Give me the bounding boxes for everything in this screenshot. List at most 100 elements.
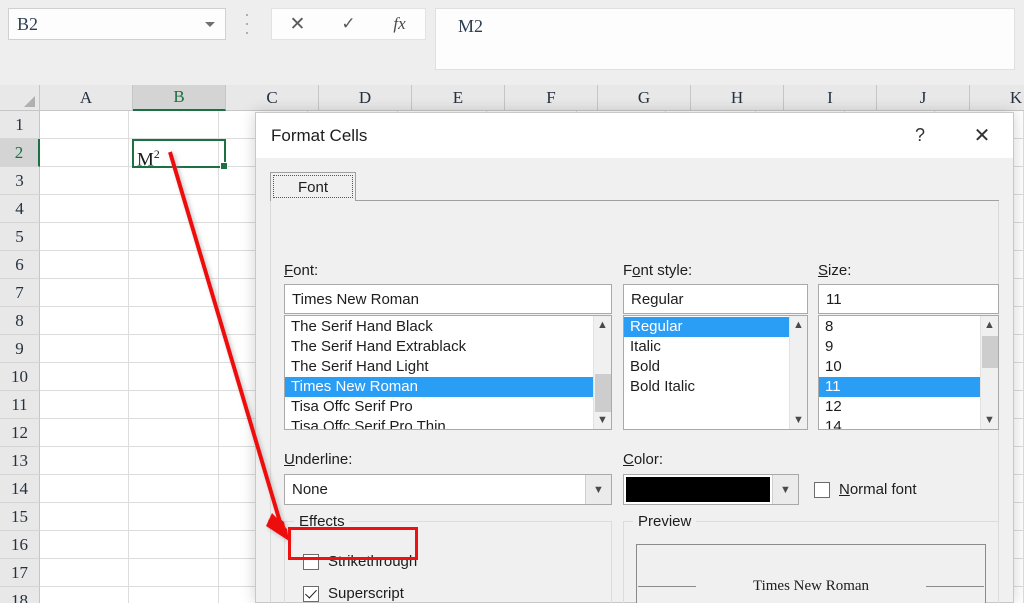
- size-option-5[interactable]: 14: [819, 417, 980, 430]
- active-cell-b2[interactable]: M2: [132, 139, 226, 168]
- chevron-up-icon[interactable]: ▲: [981, 316, 999, 334]
- grid-cell-B7[interactable]: [129, 279, 218, 307]
- font-style-scrollbar[interactable]: ▲ ▼: [789, 316, 807, 429]
- grid-cell-B4[interactable]: [129, 195, 218, 223]
- size-option-0[interactable]: 8: [819, 317, 980, 337]
- column-header-a[interactable]: A: [40, 85, 133, 111]
- chevron-up-icon[interactable]: ▲: [594, 316, 612, 334]
- chevron-up-icon[interactable]: ▲: [790, 316, 808, 334]
- grid-cell-B12[interactable]: [129, 419, 218, 447]
- grid-cell-B9[interactable]: [129, 335, 218, 363]
- font-option-3[interactable]: Times New Roman: [285, 377, 593, 397]
- column-header-g[interactable]: G: [598, 85, 691, 111]
- grid-cell-A9[interactable]: [40, 335, 129, 363]
- font-style-option-0[interactable]: Regular: [624, 317, 789, 337]
- grid-cell-A3[interactable]: [40, 167, 129, 195]
- row-header-4[interactable]: 4: [0, 195, 40, 223]
- grid-cell-B14[interactable]: [129, 475, 218, 503]
- grid-cell-B13[interactable]: [129, 447, 218, 475]
- grid-cell-A5[interactable]: [40, 223, 129, 251]
- row-header-9[interactable]: 9: [0, 335, 40, 363]
- color-dropdown[interactable]: ▼: [623, 474, 799, 505]
- font-option-5[interactable]: Tisa Offc Serif Pro Thin: [285, 417, 593, 430]
- grid-cell-B10[interactable]: [129, 363, 218, 391]
- grid-cell-B8[interactable]: [129, 307, 218, 335]
- tab-font[interactable]: Font: [270, 172, 356, 201]
- grid-cell-A15[interactable]: [40, 503, 129, 531]
- grid-cell-A11[interactable]: [40, 391, 129, 419]
- row-header-6[interactable]: 6: [0, 251, 40, 279]
- grid-cell-B1[interactable]: [129, 111, 218, 139]
- size-option-2[interactable]: 10: [819, 357, 980, 377]
- column-header-c[interactable]: C: [226, 85, 319, 111]
- grid-cell-A2[interactable]: [40, 139, 129, 167]
- grid-cell-B17[interactable]: [129, 559, 218, 587]
- row-header-3[interactable]: 3: [0, 167, 40, 195]
- fill-handle[interactable]: [220, 162, 228, 170]
- enter-check-icon[interactable]: ✓: [323, 9, 374, 39]
- column-header-b[interactable]: B: [133, 85, 226, 111]
- select-all-button[interactable]: [0, 85, 40, 111]
- row-header-11[interactable]: 11: [0, 391, 40, 419]
- size-list-scrollbar[interactable]: ▲ ▼: [980, 316, 998, 429]
- grid-cell-A16[interactable]: [40, 531, 129, 559]
- size-option-1[interactable]: 9: [819, 337, 980, 357]
- font-option-0[interactable]: The Serif Hand Black: [285, 317, 593, 337]
- row-header-7[interactable]: 7: [0, 279, 40, 307]
- font-input[interactable]: Times New Roman: [284, 284, 612, 314]
- column-header-e[interactable]: E: [412, 85, 505, 111]
- size-option-4[interactable]: 12: [819, 397, 980, 417]
- grid-cell-A12[interactable]: [40, 419, 129, 447]
- grid-cell-A8[interactable]: [40, 307, 129, 335]
- row-header-18[interactable]: 18: [0, 587, 40, 603]
- grid-cell-A18[interactable]: [40, 587, 129, 603]
- grid-cell-B18[interactable]: [129, 587, 218, 603]
- grid-cell-A7[interactable]: [40, 279, 129, 307]
- grid-cell-B16[interactable]: [129, 531, 218, 559]
- font-style-listbox[interactable]: RegularItalicBoldBold Italic ▲ ▼: [623, 315, 808, 430]
- row-header-10[interactable]: 10: [0, 363, 40, 391]
- normal-font-checkbox[interactable]: Normal font: [814, 481, 917, 498]
- font-style-option-3[interactable]: Bold Italic: [624, 377, 789, 397]
- row-header-16[interactable]: 16: [0, 531, 40, 559]
- chevron-down-icon[interactable]: ▼: [585, 475, 611, 504]
- size-option-3[interactable]: 11: [819, 377, 980, 397]
- scrollbar-thumb[interactable]: [595, 374, 611, 412]
- close-x-icon[interactable]: ✕: [959, 113, 1005, 158]
- row-header-1[interactable]: 1: [0, 111, 40, 139]
- column-header-j[interactable]: J: [877, 85, 970, 111]
- grid-cell-A14[interactable]: [40, 475, 129, 503]
- chevron-down-icon[interactable]: ▼: [594, 411, 612, 429]
- font-style-input[interactable]: Regular: [623, 284, 808, 314]
- superscript-checkbox[interactable]: Superscript: [303, 585, 404, 602]
- size-listbox[interactable]: 8910111214 ▲ ▼: [818, 315, 999, 430]
- column-header-h[interactable]: H: [691, 85, 784, 111]
- font-list-scrollbar[interactable]: ▲ ▼: [593, 316, 611, 429]
- chevron-down-icon[interactable]: [205, 22, 215, 27]
- formula-input[interactable]: M2: [435, 8, 1015, 70]
- font-listbox[interactable]: The Serif Hand BlackThe Serif Hand Extra…: [284, 315, 612, 430]
- grid-cell-B6[interactable]: [129, 251, 218, 279]
- row-header-17[interactable]: 17: [0, 559, 40, 587]
- column-header-i[interactable]: I: [784, 85, 877, 111]
- row-header-14[interactable]: 14: [0, 475, 40, 503]
- toolbar-grip-handle[interactable]: [245, 14, 249, 34]
- grid-cell-A13[interactable]: [40, 447, 129, 475]
- grid-cell-A6[interactable]: [40, 251, 129, 279]
- font-style-option-2[interactable]: Bold: [624, 357, 789, 377]
- column-header-d[interactable]: D: [319, 85, 412, 111]
- font-option-1[interactable]: The Serif Hand Extrablack: [285, 337, 593, 357]
- row-header-2[interactable]: 2: [0, 139, 40, 167]
- row-header-12[interactable]: 12: [0, 419, 40, 447]
- grid-cell-A4[interactable]: [40, 195, 129, 223]
- row-header-8[interactable]: 8: [0, 307, 40, 335]
- grid-cell-B15[interactable]: [129, 503, 218, 531]
- grid-cell-B11[interactable]: [129, 391, 218, 419]
- font-style-option-1[interactable]: Italic: [624, 337, 789, 357]
- scrollbar-thumb[interactable]: [982, 336, 998, 368]
- row-header-5[interactable]: 5: [0, 223, 40, 251]
- font-option-2[interactable]: The Serif Hand Light: [285, 357, 593, 377]
- name-box[interactable]: B2: [8, 8, 226, 40]
- question-mark-icon[interactable]: ?: [897, 113, 943, 158]
- grid-cell-A1[interactable]: [40, 111, 129, 139]
